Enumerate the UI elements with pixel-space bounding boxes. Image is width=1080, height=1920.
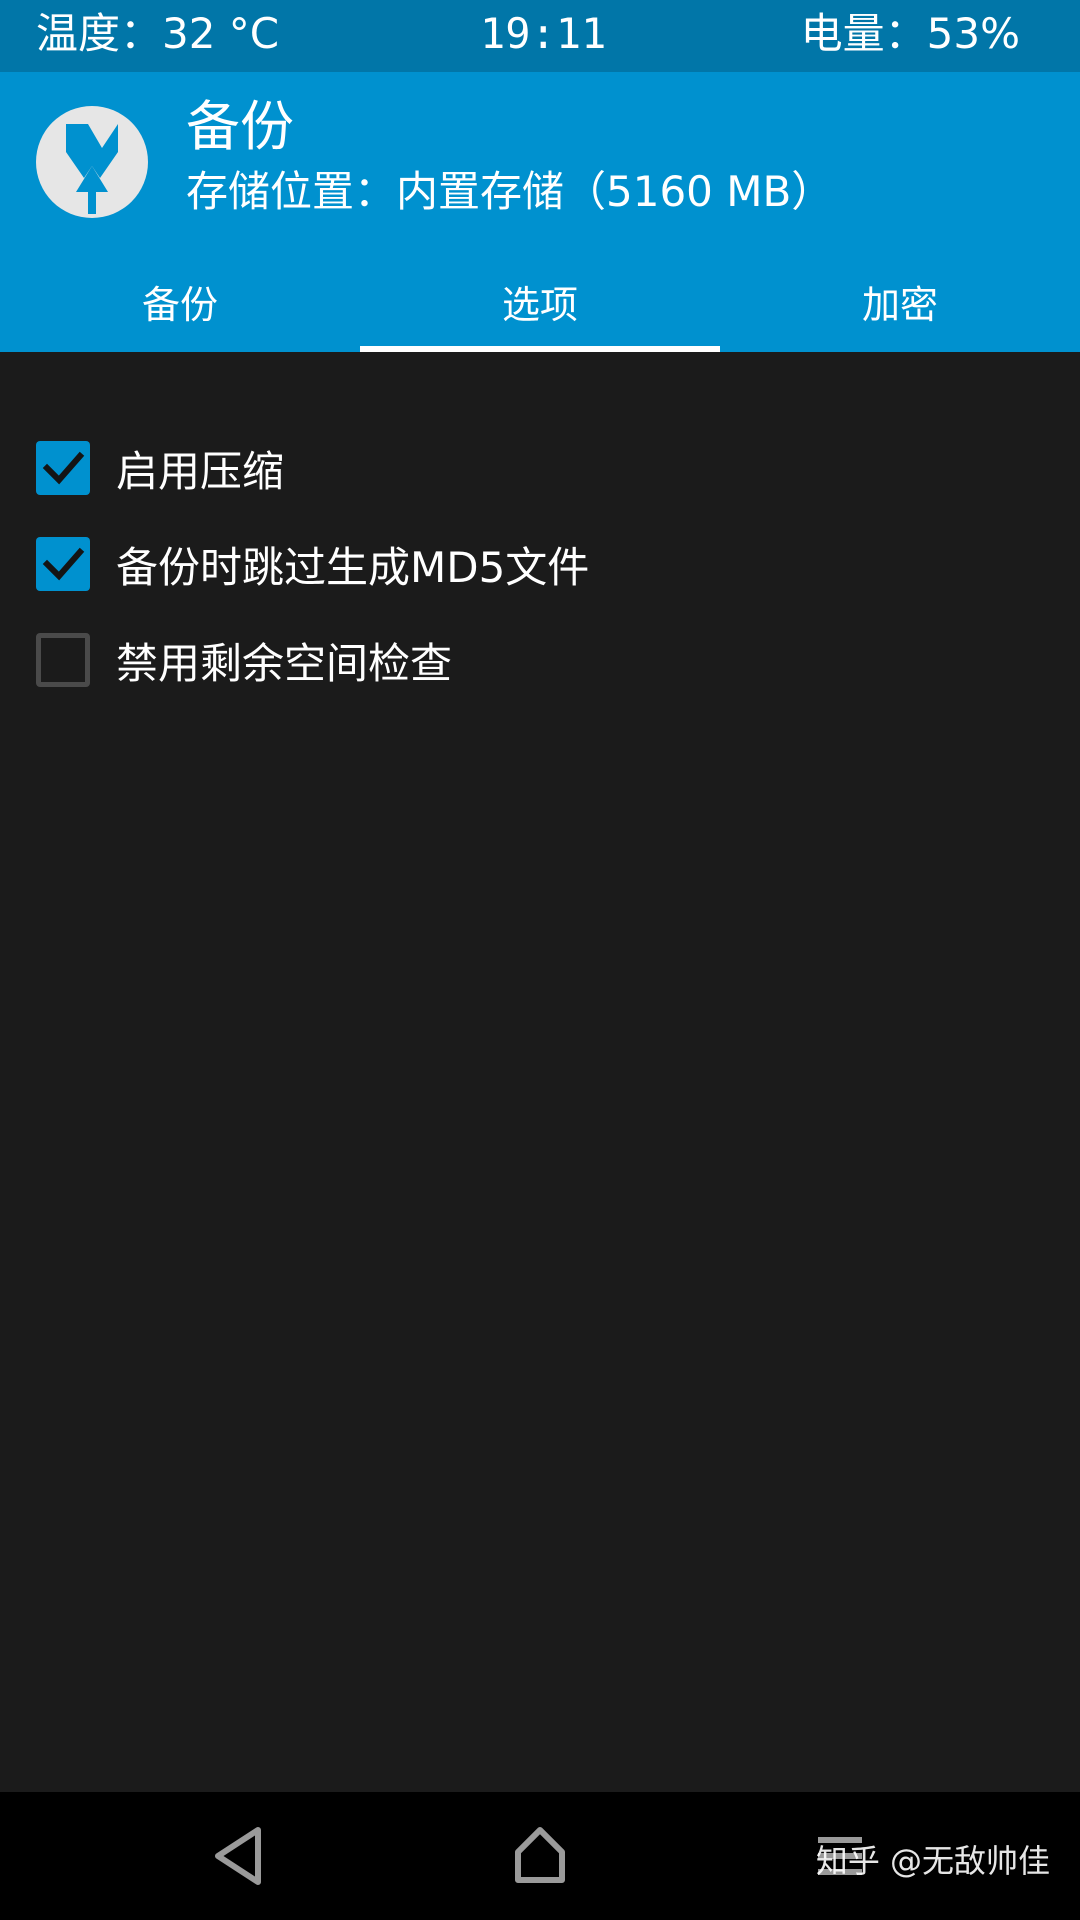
option-skip-md5[interactable]: 备份时跳过生成MD5文件	[0, 516, 1080, 612]
option-label: 禁用剩余空间检查	[116, 638, 453, 688]
tab-bar: 备份 选项 加密	[0, 268, 1080, 352]
header: 备份 存储位置：内置存储（5160 MB） 备份 选项 加密	[0, 72, 1080, 352]
home-icon[interactable]	[500, 1816, 580, 1896]
screen: 温度：32 °C 19:11 电量：53% 备份 存储位置：内置存储（5160 …	[0, 0, 1080, 1920]
option-label: 备份时跳过生成MD5文件	[116, 542, 590, 592]
free-space-check-checkbox[interactable]	[36, 633, 90, 687]
checkmark-icon	[42, 547, 85, 581]
back-triangle-icon[interactable]	[200, 1816, 280, 1896]
watermark: 知乎 @无敌帅佳	[815, 1842, 1050, 1880]
compression-checkbox[interactable]	[36, 441, 90, 495]
navigation-bar: 知乎 @无敌帅佳	[0, 1792, 1080, 1920]
tab-backup[interactable]: 备份	[0, 268, 360, 352]
status-battery: 电量：53%	[800, 9, 1020, 58]
options-list: 启用压缩 备份时跳过生成MD5文件 禁用剩余空间检查	[0, 420, 1080, 708]
skip-md5-checkbox[interactable]	[36, 537, 90, 591]
option-label: 启用压缩	[116, 446, 285, 496]
status-time: 19:11	[480, 9, 607, 58]
storage-location[interactable]: 存储位置：内置存储（5160 MB）	[186, 164, 833, 220]
page-title: 备份	[186, 95, 294, 158]
status-bar: 温度：32 °C 19:11 电量：53%	[0, 0, 1080, 72]
twrp-logo-icon	[36, 106, 148, 218]
option-enable-compression[interactable]: 启用压缩	[0, 420, 1080, 516]
checkmark-icon	[42, 451, 85, 485]
option-disable-free-space-check[interactable]: 禁用剩余空间检查	[0, 612, 1080, 708]
tab-options[interactable]: 选项	[360, 268, 720, 352]
tab-encryption[interactable]: 加密	[720, 268, 1080, 352]
status-temperature: 温度：32 °C	[36, 9, 280, 58]
